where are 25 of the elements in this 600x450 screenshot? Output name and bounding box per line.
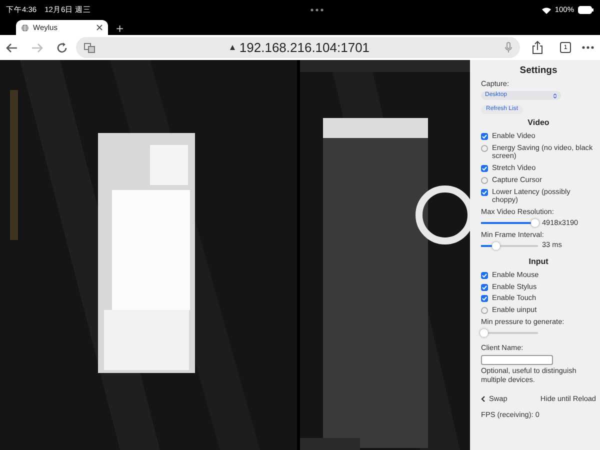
video-heading: Video — [526, 118, 550, 128]
checkbox[interactable] — [481, 144, 488, 152]
client-name-field[interactable] — [481, 355, 553, 366]
reload-icon[interactable] — [56, 42, 68, 54]
more-dots-icon[interactable] — [582, 46, 594, 49]
checkbox[interactable] — [481, 307, 488, 314]
multitask-dots-icon — [310, 8, 324, 12]
new-tab-button[interactable]: + — [108, 22, 132, 35]
checkmark-icon — [481, 188, 488, 196]
chevron-updown-icon — [553, 92, 557, 99]
slider-thumb[interactable] — [480, 328, 488, 337]
settings-title: Settings — [518, 65, 558, 76]
globe-icon — [21, 24, 29, 32]
close-icon[interactable] — [96, 24, 103, 31]
slider-thumb[interactable] — [531, 219, 540, 228]
slider-thumb[interactable] — [492, 242, 500, 250]
share-icon[interactable] — [532, 41, 544, 54]
input-heading: Input — [528, 257, 550, 267]
back-arrow-icon[interactable] — [6, 42, 18, 52]
chevron-left-icon — [481, 396, 485, 402]
wifi-icon — [542, 6, 551, 14]
checkmark-icon — [481, 165, 488, 172]
checkbox[interactable] — [481, 176, 488, 184]
checkmark-icon — [481, 132, 488, 140]
battery-icon — [578, 6, 594, 14]
